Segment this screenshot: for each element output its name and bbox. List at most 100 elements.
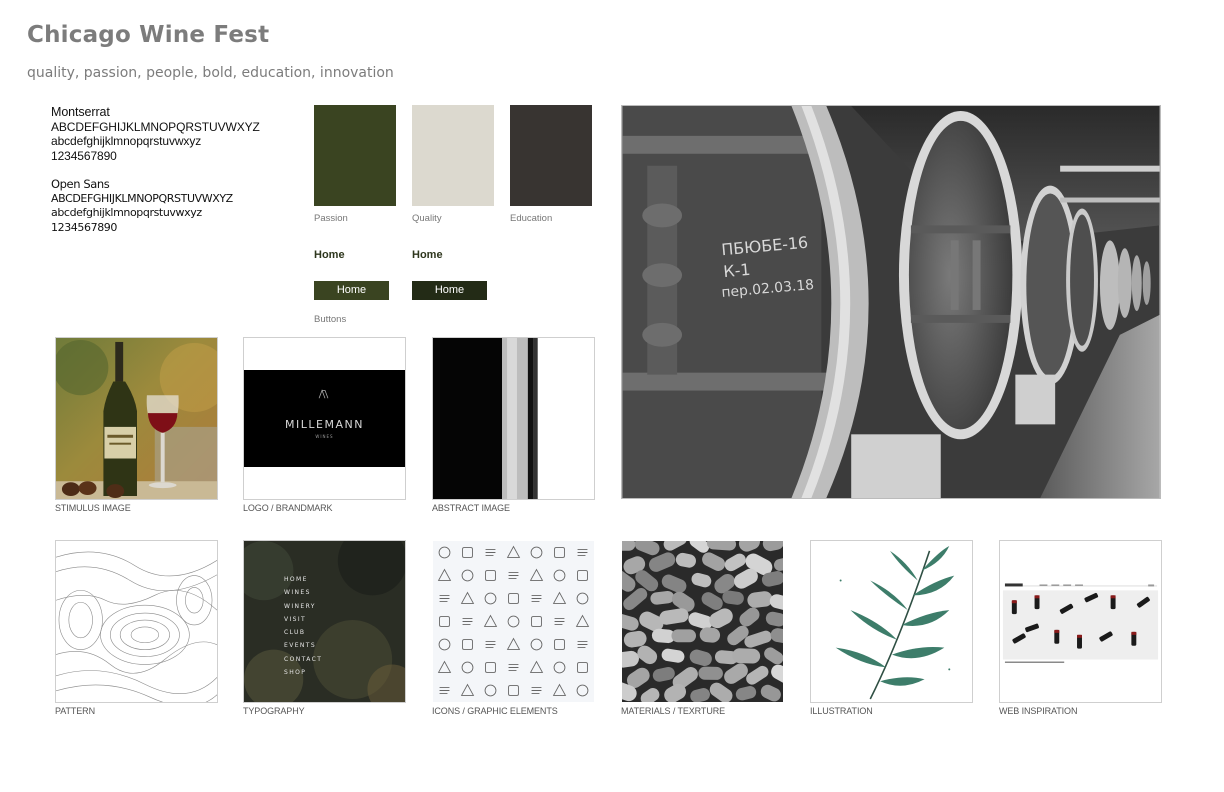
menu-item-winery[interactable]: WINERY — [284, 600, 322, 613]
ban-icon — [577, 549, 588, 556]
materials-tile — [621, 540, 784, 703]
map-pin-icon — [484, 592, 497, 605]
calendar-icon-shape — [552, 591, 567, 604]
search-icon-shape — [577, 570, 588, 581]
menu-item-shop[interactable]: SHOP — [284, 666, 322, 679]
ban-icon-shape — [577, 549, 588, 556]
home-link-sample-2[interactable]: Home — [412, 249, 443, 261]
hexagon-icon-shape — [577, 641, 588, 648]
trash-2-icon — [575, 614, 590, 627]
logo-brandmark-tile: MILLEMANN WINES — [243, 337, 406, 500]
menu-item-wines[interactable]: WINES — [284, 586, 322, 599]
primary-font-lower: abcdefghijklmnopqrstuvwxyz — [51, 134, 202, 148]
globe-icon-shape — [553, 661, 566, 674]
cork — [671, 629, 697, 643]
toolbox-icon-shape — [460, 683, 475, 696]
abstract-photo — [433, 338, 594, 499]
trash-2-icon-shape — [575, 614, 590, 627]
list-icon-shape — [552, 683, 567, 696]
typography-label: TYPOGRAPHY — [243, 706, 305, 716]
home-button-sample-1[interactable]: Home — [314, 281, 389, 300]
menu-item-visit[interactable]: VISIT — [284, 613, 322, 626]
primary-font-name: Montserrat — [51, 105, 110, 119]
bolt-icon — [507, 615, 520, 628]
briefcase-icon-shape — [485, 641, 496, 648]
toolbox-icon — [460, 683, 475, 696]
unlock-icon — [508, 664, 519, 671]
code-icon-shape — [508, 685, 519, 696]
folder-icon — [437, 660, 452, 673]
calendar-icon — [552, 591, 567, 604]
swatch-quality — [412, 105, 494, 206]
secondary-font-lower: abcdefghijklmnopqrstuvwxyz — [51, 206, 202, 219]
swatch-passion — [314, 105, 396, 206]
user-circle-icon — [438, 638, 451, 651]
funnel-icon — [530, 638, 543, 651]
menu-item-events[interactable]: EVENTS — [284, 639, 322, 652]
typography-tile: HOME WINES WINERY VISIT CLUB EVENTS CONT… — [243, 540, 406, 703]
primary-font-digits: 1234567890 — [51, 148, 117, 163]
font-specimens: Montserrat ABCDEFGHIJKLMNOPQRSTUVWXYZ ab… — [51, 105, 260, 235]
heart-chat-icon — [461, 569, 474, 582]
cork — [732, 648, 761, 664]
square-plus-icon-shape — [553, 569, 566, 582]
home-button-sample-2[interactable]: Home — [412, 281, 487, 300]
bulb-icon-shape — [531, 687, 542, 694]
map-pin-icon-shape — [484, 592, 497, 605]
file-icon — [531, 616, 542, 627]
icons-label: ICONS / GRAPHIC ELEMENTS — [432, 706, 558, 716]
list-icon — [552, 683, 567, 696]
menu-item-home[interactable]: HOME — [284, 573, 322, 586]
warning-icon-shape — [461, 661, 474, 674]
folder-icon-shape — [437, 660, 452, 673]
code-icon — [508, 685, 519, 696]
edit-circle-icon-shape — [483, 614, 498, 627]
pen-line-icon-shape — [530, 546, 543, 559]
swatch-label-quality: Quality — [412, 213, 442, 224]
briefcase-icon — [485, 641, 496, 648]
funnel-icon-shape — [530, 638, 543, 651]
home-link-sample-1[interactable]: Home — [314, 249, 345, 261]
wine-website-screenshot — [1000, 541, 1161, 702]
file-icon-shape — [531, 616, 542, 627]
video-icon-shape — [506, 637, 521, 650]
gauge-icon — [484, 684, 497, 697]
cloud-icon-shape — [529, 660, 544, 673]
chat-icon — [437, 568, 452, 581]
bulb-icon — [531, 687, 542, 694]
menu-item-contact[interactable]: CONTACT — [284, 653, 322, 666]
link-icon — [576, 592, 589, 605]
pattern-tile — [55, 540, 218, 703]
materials-label: MATERIALS / TEXRTURE — [621, 706, 726, 716]
plus-circle-icon-shape — [439, 616, 450, 627]
puzzle-icon-shape — [576, 684, 589, 697]
icon-grid — [437, 545, 590, 697]
web-inspiration-tile — [999, 540, 1162, 703]
align-right-icon-shape — [485, 549, 496, 556]
ruler-icon — [508, 593, 519, 604]
typography-menu-sample: HOME WINES WINERY VISIT CLUB EVENTS CONT… — [284, 573, 322, 679]
external-icon — [508, 572, 519, 579]
cursor-icon-shape — [554, 639, 565, 650]
clock-icon-shape — [439, 595, 450, 602]
warning-icon — [461, 661, 474, 674]
files-icon-shape — [554, 618, 565, 625]
tablet-icon-shape — [462, 639, 473, 650]
menu-item-club[interactable]: CLUB — [284, 626, 322, 639]
sliders-icon — [554, 547, 565, 558]
chalk-mark-2: К-1 — [723, 260, 752, 281]
page-title: Chicago Wine Fest — [27, 22, 270, 48]
stimulus-image-label: STIMULUS IMAGE — [55, 503, 131, 513]
logo-wordmark: MILLEMANN — [285, 418, 364, 431]
buttons-section-label: Buttons — [314, 314, 347, 325]
secondary-font-digits: 1234567890 — [51, 220, 117, 234]
abstract-image-tile — [432, 337, 595, 500]
edit-circle-icon — [483, 614, 498, 627]
brand-tagline: quality, passion, people, bold, educatio… — [27, 65, 394, 81]
swatch-education — [510, 105, 592, 206]
grid-icon — [577, 662, 588, 673]
wine-corks-photo — [622, 541, 783, 702]
ruler-icon-shape — [508, 593, 519, 604]
secondary-font-upper: ABCDEFGHIJKLMNOPQRSTUVWXYZ — [51, 191, 233, 205]
minus-circle-icon-shape — [462, 618, 473, 625]
